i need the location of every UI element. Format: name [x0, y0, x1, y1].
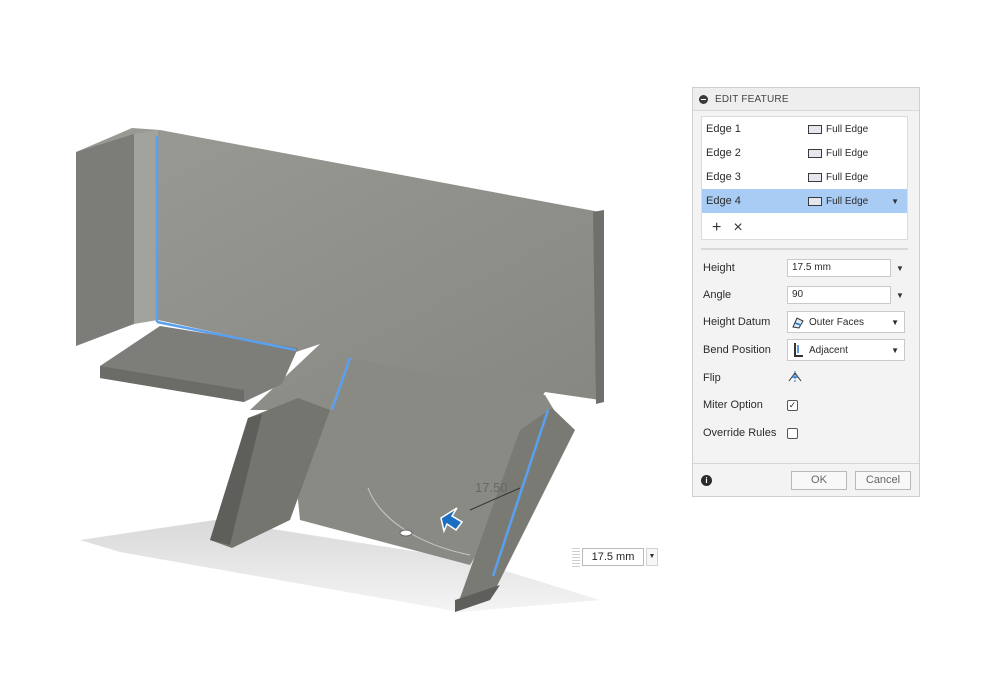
edge-type: Full Edge [826, 171, 869, 183]
full-edge-icon [808, 148, 822, 158]
chevron-down-icon[interactable]: ▼ [891, 318, 899, 327]
ok-button[interactable]: OK [791, 470, 847, 490]
chevron-down-icon[interactable]: ▼ [646, 548, 658, 566]
flip-row: Flip [703, 367, 909, 389]
left-flange-face [76, 134, 134, 346]
edge-name: Edge 4 [706, 195, 741, 207]
edge-row-3[interactable]: Edge 3 Full Edge [702, 165, 907, 189]
section-divider [701, 248, 908, 250]
dimension-input-widget[interactable]: 17.5 mm ▼ [572, 547, 666, 567]
edge-row-1[interactable]: Edge 1 Full Edge [702, 117, 907, 141]
height-label: Height [703, 262, 735, 274]
chevron-down-icon[interactable]: ▼ [891, 346, 899, 355]
collapse-icon[interactable] [699, 94, 708, 104]
dimension-label: 17.50 [475, 480, 508, 495]
add-icon[interactable]: + [712, 219, 721, 237]
edge-row-2[interactable]: Edge 2 Full Edge [702, 141, 907, 165]
flip-icon[interactable] [787, 369, 803, 388]
edge-type: Full Edge [826, 195, 869, 207]
height-row: Height 17.5 mm ▼ [703, 257, 909, 279]
override-rules-checkbox[interactable] [787, 427, 798, 439]
remove-icon[interactable]: × [733, 219, 742, 237]
pivot-point[interactable] [399, 529, 413, 537]
height-datum-row: Height Datum Outer Faces ▼ [703, 311, 909, 333]
height-datum-select[interactable]: Outer Faces ▼ [787, 311, 905, 333]
panel-title: EDIT FEATURE [715, 93, 789, 105]
miter-option-checkbox[interactable]: ✓ [787, 399, 798, 411]
edge-name: Edge 3 [706, 171, 741, 183]
angle-label: Angle [703, 289, 732, 301]
angle-row: Angle 90 ▼ [703, 284, 909, 306]
edge-row-4[interactable]: Edge 4 Full Edge ▼ [702, 189, 907, 213]
flip-label: Flip [703, 372, 721, 384]
cancel-button[interactable]: Cancel [855, 470, 911, 490]
height-datum-value: Outer Faces [809, 316, 865, 328]
left-bend-face [134, 130, 158, 324]
miter-option-row: Miter Option ✓ [703, 394, 909, 416]
bend-position-select[interactable]: Adjacent ▼ [787, 339, 905, 361]
override-rules-label: Override Rules [703, 427, 777, 439]
full-edge-icon [808, 196, 822, 206]
full-edge-icon [808, 172, 822, 182]
outer-faces-icon [791, 315, 805, 329]
chevron-down-icon[interactable]: ▼ [896, 264, 904, 273]
edge-name: Edge 1 [706, 123, 741, 135]
bend-position-value: Adjacent [809, 344, 848, 356]
panel-footer: i OK Cancel [693, 463, 919, 496]
chevron-down-icon[interactable]: ▼ [891, 197, 899, 206]
full-edge-icon [808, 124, 822, 134]
adjacent-icon [791, 342, 805, 358]
list-actions: + × [712, 219, 743, 237]
height-input[interactable]: 17.5 mm [787, 259, 891, 277]
edge-type: Full Edge [826, 147, 869, 159]
edge-type: Full Edge [826, 123, 869, 135]
panel-header: EDIT FEATURE [693, 88, 919, 111]
dimension-input[interactable]: 17.5 mm [582, 548, 644, 566]
edge-name: Edge 2 [706, 147, 741, 159]
bend-position-label: Bend Position [703, 344, 771, 356]
edge-selection-list: Edge 1 Full Edge Edge 2 Full Edge Edge 3… [701, 116, 908, 240]
info-icon[interactable]: i [701, 474, 712, 486]
override-rules-row: Override Rules [703, 422, 909, 444]
drag-grip-icon[interactable] [572, 547, 580, 567]
chevron-down-icon[interactable]: ▼ [896, 291, 904, 300]
miter-option-label: Miter Option [703, 399, 763, 411]
bend-position-row: Bend Position Adjacent ▼ [703, 339, 909, 361]
edit-feature-panel: EDIT FEATURE Edge 1 Full Edge Edge 2 Ful… [692, 87, 920, 497]
angle-input[interactable]: 90 [787, 286, 891, 304]
height-datum-label: Height Datum [703, 316, 771, 328]
